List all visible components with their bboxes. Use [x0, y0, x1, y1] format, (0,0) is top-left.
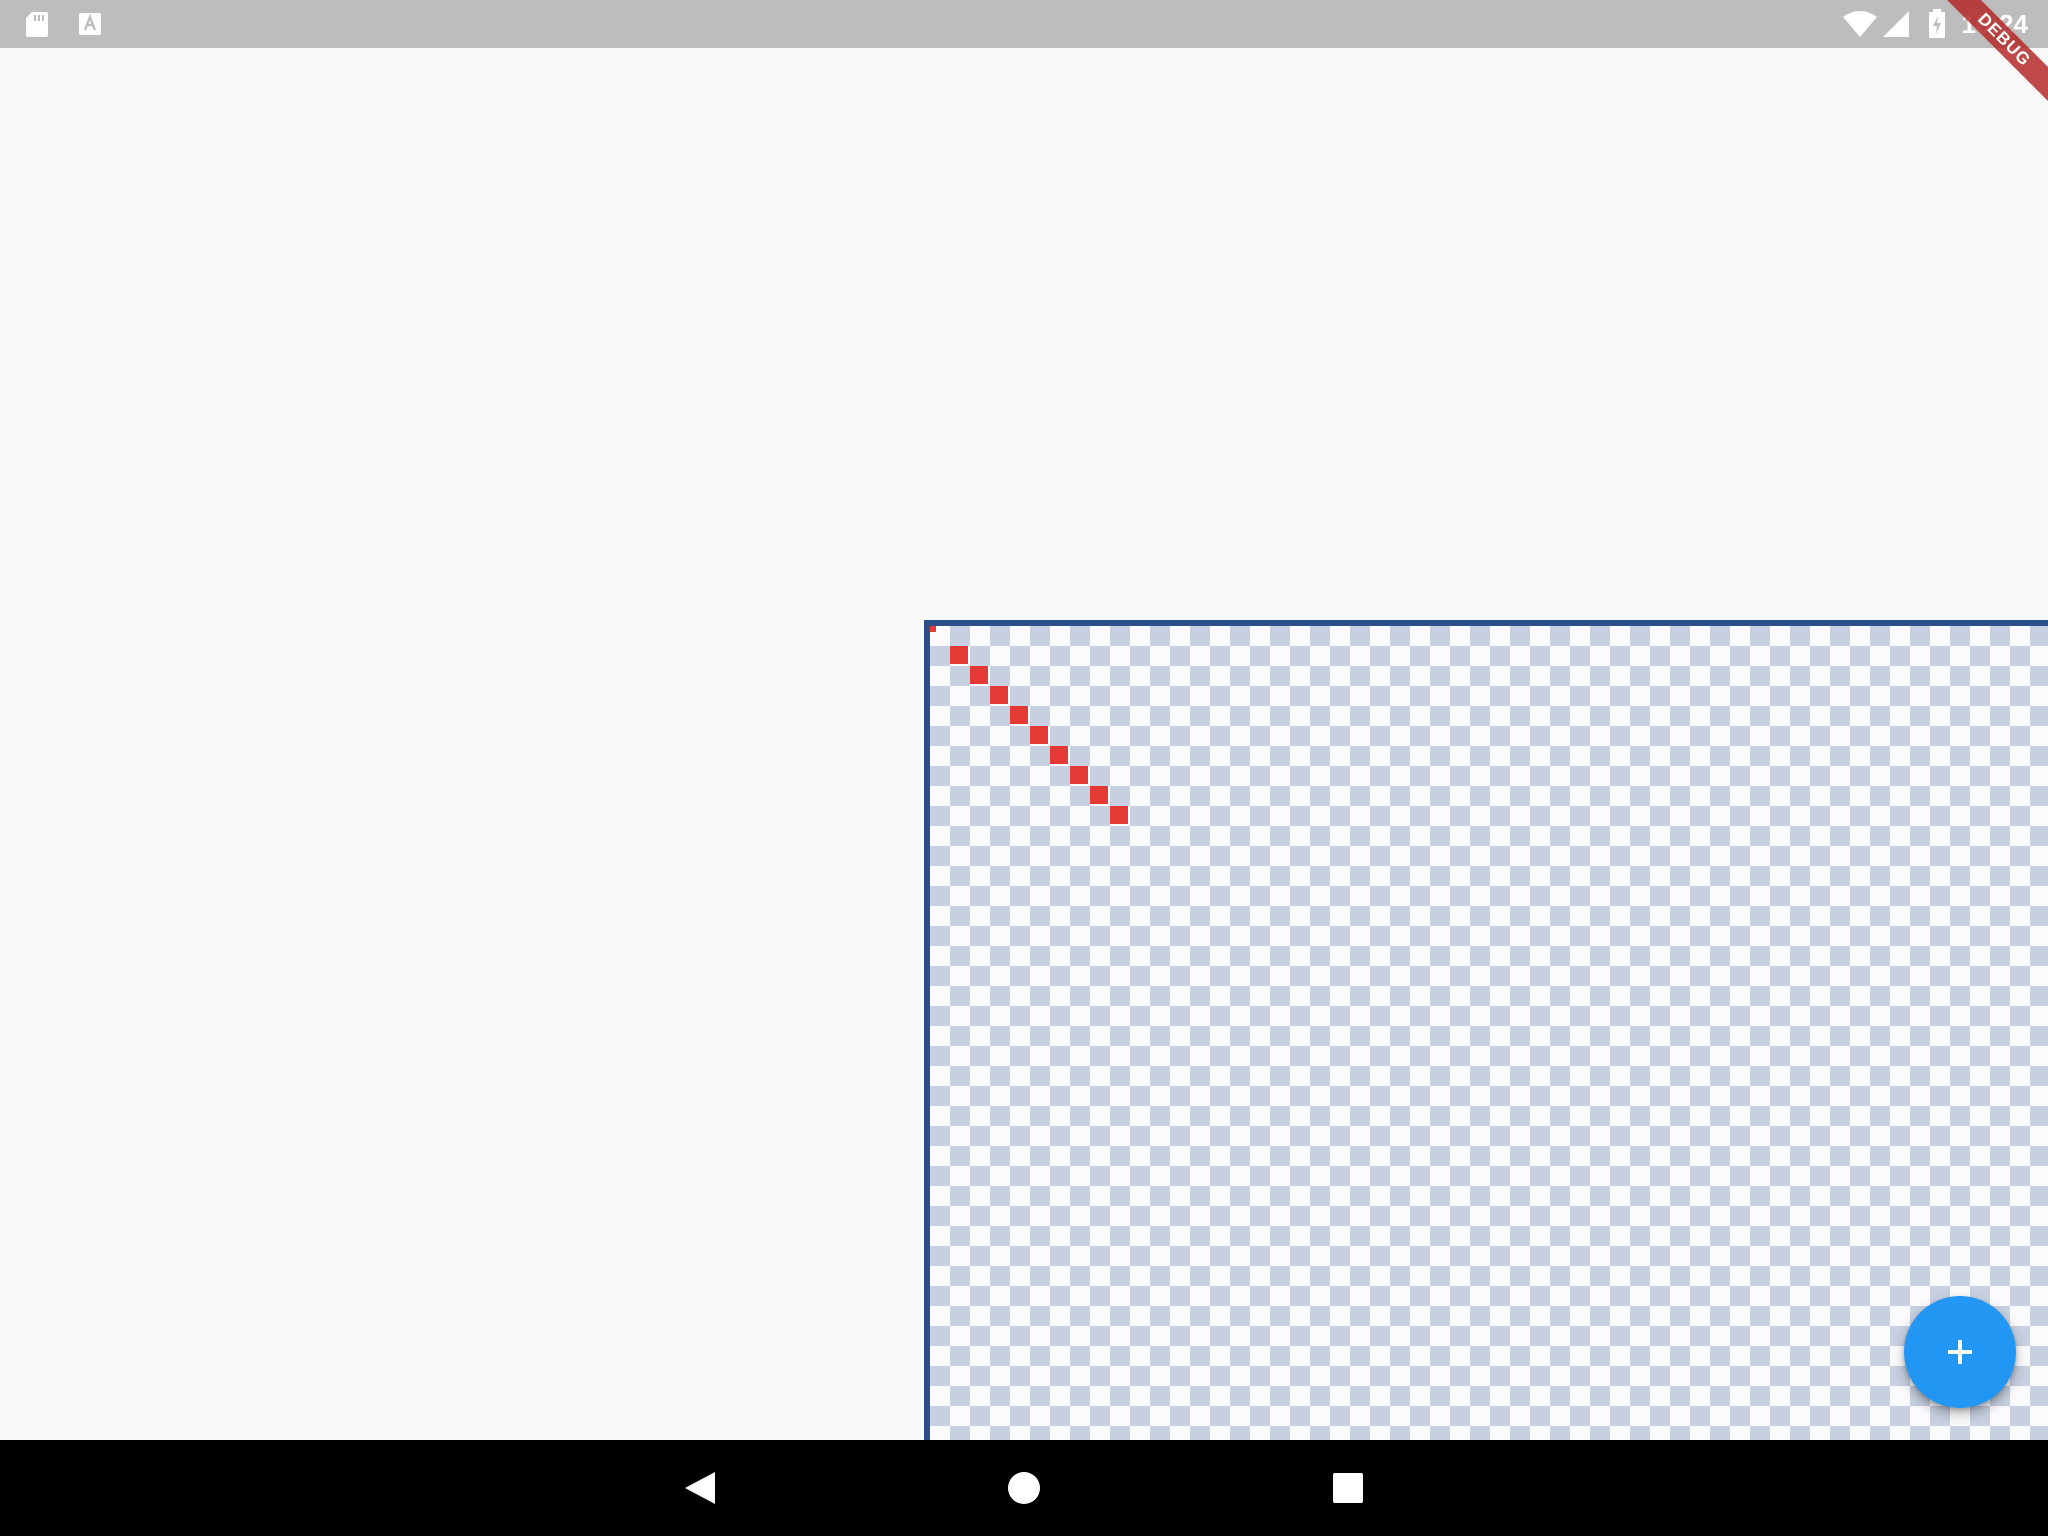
stroke-segment: [1090, 786, 1108, 804]
nav-recents-button[interactable]: [1300, 1440, 1396, 1536]
status-time: 10:24: [1961, 9, 2029, 39]
plus-icon: [1940, 1332, 1980, 1372]
stroke-segment: [950, 646, 968, 664]
stroke-segment: [1050, 746, 1068, 764]
wifi-icon: [1842, 0, 1878, 48]
stroke-segment: [930, 626, 936, 632]
add-fab-button[interactable]: [1904, 1296, 2016, 1408]
back-icon: [683, 1470, 717, 1506]
stroke-segment: [1110, 806, 1128, 824]
cell-signal-icon: [1882, 0, 1910, 48]
drawing-canvas[interactable]: [924, 620, 2048, 1440]
text-a-icon: [78, 0, 102, 48]
stroke-segment: [970, 666, 988, 684]
sd-card-icon: [24, 0, 50, 48]
navigation-bar: [0, 1440, 2048, 1536]
recents-icon: [1333, 1473, 1363, 1503]
nav-back-button[interactable]: [652, 1440, 748, 1536]
stroke-segment: [1030, 726, 1048, 744]
status-bar: 10:24: [0, 0, 2048, 48]
battery-charging-icon: [1928, 0, 1946, 48]
stroke-segment: [990, 686, 1008, 704]
nav-home-button[interactable]: [976, 1440, 1072, 1536]
stroke-segment: [1010, 706, 1028, 724]
home-icon: [1007, 1471, 1041, 1505]
stroke-segment: [1070, 766, 1088, 784]
